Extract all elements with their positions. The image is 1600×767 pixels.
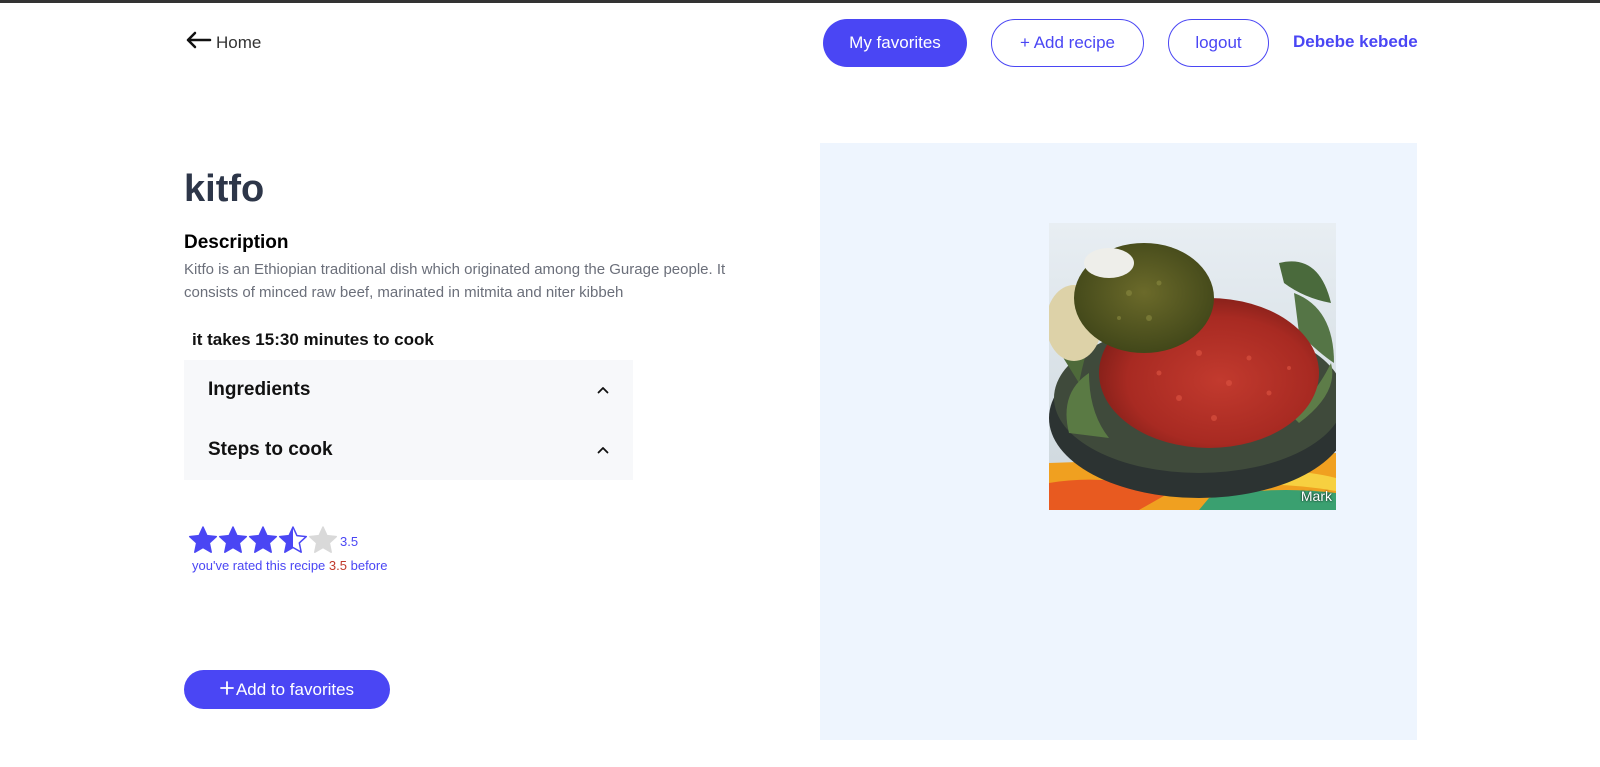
star-icon[interactable]	[278, 525, 308, 555]
recipe-image: Mark	[1049, 223, 1336, 510]
rated-note-prefix: you've rated this recipe	[192, 558, 326, 573]
accordion-steps[interactable]: Steps to cook	[184, 420, 633, 480]
my-favorites-button[interactable]: My favorites	[823, 19, 967, 67]
star-rating[interactable]: 3.5	[188, 525, 358, 555]
add-to-favorites-button[interactable]: Add to favorites	[184, 670, 390, 709]
rating-value: 3.5	[340, 533, 359, 549]
star-icon[interactable]	[248, 525, 278, 555]
image-watermark: Mark	[1300, 488, 1332, 504]
top-border	[0, 0, 1600, 3]
recipe-title: kitfo	[184, 168, 265, 210]
star-icon[interactable]	[188, 525, 218, 555]
rated-note-suffix: before	[350, 558, 388, 573]
rated-note: you've rated this recipe 3.5 before	[192, 558, 387, 573]
rating-stars	[188, 525, 338, 555]
add-to-favorites-label: Add to favorites	[235, 679, 355, 699]
logout-button[interactable]: logout	[1168, 19, 1269, 67]
plus-icon	[220, 680, 234, 700]
user-profile-link[interactable]: Debebe kebede	[1293, 32, 1418, 52]
star-icon[interactable]	[308, 525, 338, 555]
home-link[interactable]: Home	[184, 30, 261, 55]
rated-note-value: 3.5	[328, 558, 347, 573]
description-heading: Description	[184, 232, 289, 253]
star-icon[interactable]	[218, 525, 248, 555]
home-label: Home	[216, 32, 262, 52]
add-recipe-button[interactable]: + Add recipe	[991, 19, 1144, 67]
arrow-left-icon	[184, 30, 212, 55]
cook-time: it takes 15:30 minutes to cook	[192, 330, 434, 349]
accordion-ingredients-label: Ingredients	[208, 379, 311, 400]
description-text: Kitfo is an Ethiopian traditional dish w…	[184, 261, 726, 301]
chevron-up-icon	[597, 386, 609, 394]
accordion-ingredients[interactable]: Ingredients	[184, 360, 633, 420]
recipe-accordion: Ingredients Steps to cook	[184, 360, 633, 480]
image-panel: Mark	[820, 143, 1417, 740]
chevron-up-icon	[597, 446, 609, 454]
accordion-steps-label: Steps to cook	[208, 439, 333, 460]
